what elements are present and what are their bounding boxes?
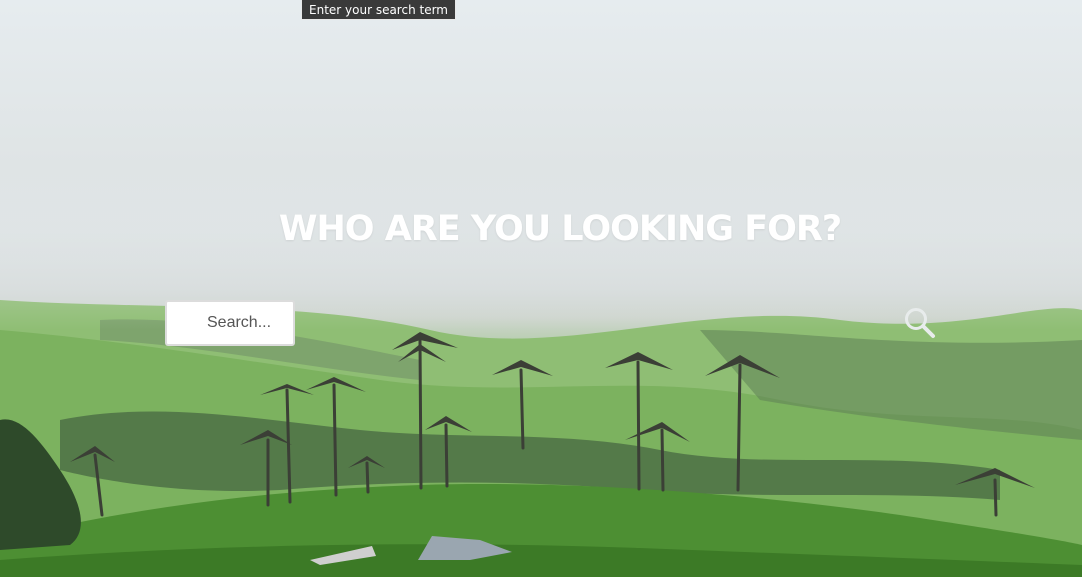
- page-title: WHO ARE YOU LOOKING FOR?: [278, 209, 842, 249]
- search-tooltip: Enter your search term: [301, 0, 456, 20]
- search-button[interactable]: [900, 303, 940, 343]
- background-image: [0, 0, 1082, 577]
- search-input[interactable]: [165, 300, 295, 346]
- search-icon: [900, 303, 940, 343]
- hero-section: Enter your search term WHO ARE YOU LOOKI…: [0, 0, 1082, 577]
